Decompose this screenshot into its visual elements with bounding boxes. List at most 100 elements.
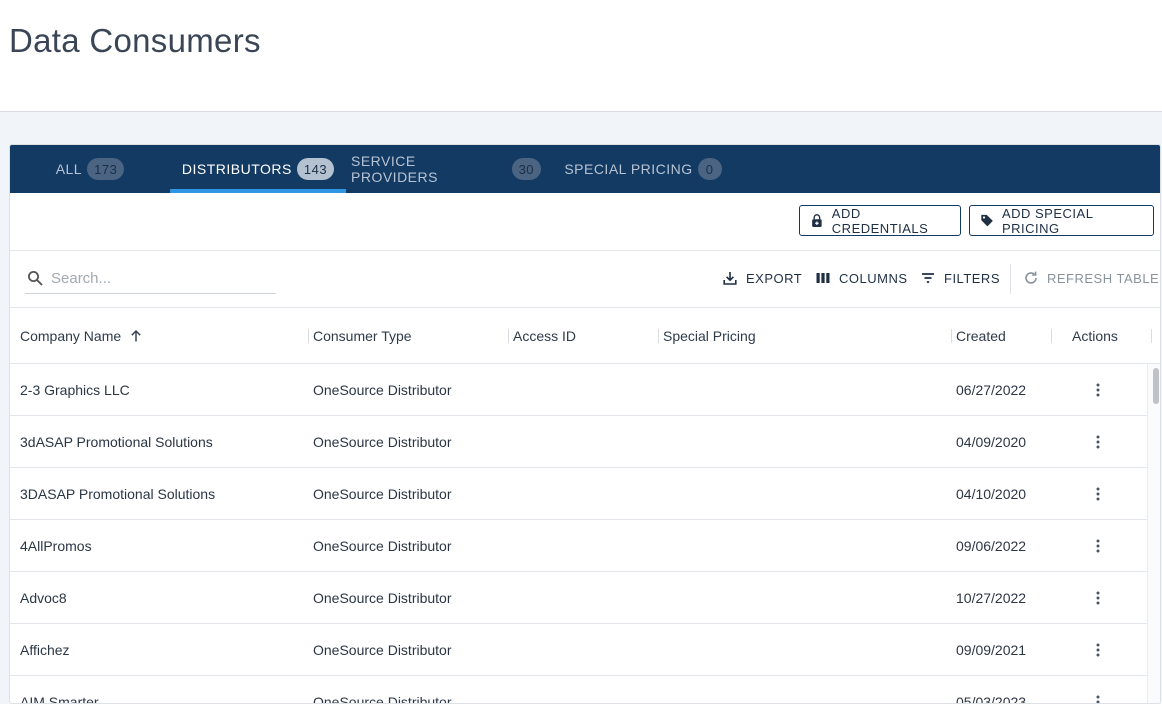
tab-count-badge: 0 xyxy=(697,158,722,180)
column-header-label: Access ID xyxy=(513,328,577,344)
consumer-tabs: ALL 173 DISTRIBUTORS 143 SERVICE PROVIDE… xyxy=(10,145,1160,193)
created-cell: 04/09/2020 xyxy=(956,434,1027,450)
row-actions-button[interactable] xyxy=(1088,588,1108,608)
company-name-cell: Advoc8 xyxy=(20,590,67,606)
created-cell: 05/03/2023 xyxy=(956,694,1027,704)
column-header-special-pricing[interactable]: Special Pricing xyxy=(663,308,756,364)
company-name-cell: 2-3 Graphics LLC xyxy=(20,382,130,398)
row-actions-button[interactable] xyxy=(1088,692,1108,703)
columns-button[interactable]: COLUMNS xyxy=(815,267,908,289)
consumer-type-cell: OneSource Distributor xyxy=(313,590,452,606)
table-body: 2-3 Graphics LLC OneSource Distributor 0… xyxy=(10,364,1147,704)
download-icon xyxy=(723,272,737,285)
row-actions-button[interactable] xyxy=(1088,536,1108,556)
search-icon xyxy=(28,271,43,286)
more-vertical-icon xyxy=(1096,539,1100,553)
refresh-table-button[interactable]: REFRESH TABLE xyxy=(1023,267,1159,289)
scrollbar-thumb[interactable] xyxy=(1153,368,1159,404)
table-row[interactable]: Advoc8 OneSource Distributor 10/27/2022 xyxy=(10,572,1147,624)
more-vertical-icon xyxy=(1096,643,1100,657)
toolbar-divider xyxy=(1010,264,1011,294)
consumer-type-cell: OneSource Distributor xyxy=(313,486,452,502)
filters-button[interactable]: FILTERS xyxy=(920,267,1000,289)
column-header-company-name[interactable]: Company Name xyxy=(20,308,143,364)
column-header-label: Consumer Type xyxy=(313,328,412,344)
column-resize-handle[interactable] xyxy=(308,329,309,343)
tab-distributors[interactable]: DISTRIBUTORS 143 xyxy=(170,145,346,193)
more-vertical-icon xyxy=(1096,383,1100,397)
add-special-pricing-button[interactable]: ADD SPECIAL PRICING xyxy=(969,205,1154,236)
search-field xyxy=(25,263,276,294)
row-actions-button[interactable] xyxy=(1088,432,1108,452)
refresh-icon xyxy=(1025,271,1037,284)
more-vertical-icon xyxy=(1096,435,1100,449)
row-actions-button[interactable] xyxy=(1088,484,1108,504)
column-header-access-id[interactable]: Access ID xyxy=(513,308,576,364)
company-name-cell: 3DASAP Promotional Solutions xyxy=(20,486,216,502)
tab-label: SPECIAL PRICING xyxy=(564,161,693,177)
consumer-type-cell: OneSource Distributor xyxy=(313,434,452,450)
lock-icon xyxy=(812,214,822,227)
export-button[interactable]: EXPORT xyxy=(722,267,802,289)
column-header-actions: Actions xyxy=(1072,308,1118,364)
created-cell: 04/10/2020 xyxy=(956,486,1027,502)
tab-service-providers[interactable]: SERVICE PROVIDERS 30 xyxy=(351,145,541,193)
row-actions-button[interactable] xyxy=(1088,640,1108,660)
tab-label: DISTRIBUTORS xyxy=(181,161,292,177)
created-cell: 09/09/2021 xyxy=(956,642,1027,658)
page-header: Data Consumers xyxy=(0,0,1162,112)
column-header-label: Actions xyxy=(1072,328,1118,344)
more-vertical-icon xyxy=(1096,591,1100,605)
export-label: EXPORT xyxy=(746,270,803,286)
column-header-created[interactable]: Created xyxy=(956,308,1006,364)
consumer-type-cell: OneSource Distributor xyxy=(313,642,452,658)
tab-label: SERVICE PROVIDERS xyxy=(351,153,438,185)
tab-count-badge: 143 xyxy=(296,158,335,180)
table-row[interactable]: Affichez OneSource Distributor 09/09/202… xyxy=(10,624,1147,676)
columns-icon xyxy=(816,273,830,283)
column-header-consumer-type[interactable]: Consumer Type xyxy=(313,308,412,364)
table-row[interactable]: AIM Smarter OneSource Distributor 05/03/… xyxy=(10,676,1147,704)
column-header-label: Company Name xyxy=(20,328,122,344)
filter-icon xyxy=(922,273,934,283)
column-resize-handle[interactable] xyxy=(1051,329,1052,343)
column-resize-handle[interactable] xyxy=(658,329,659,343)
column-header-label: Special Pricing xyxy=(663,328,756,344)
search-input[interactable] xyxy=(51,269,261,287)
tab-count-badge: 30 xyxy=(511,158,541,180)
column-resize-handle[interactable] xyxy=(1151,329,1152,343)
table-scrollbar[interactable] xyxy=(1147,364,1160,703)
refresh-table-label: REFRESH TABLE xyxy=(1047,270,1160,286)
page-title: Data Consumers xyxy=(9,22,261,59)
created-cell: 06/27/2022 xyxy=(956,382,1027,398)
table-row[interactable]: 3dASAP Promotional Solutions OneSource D… xyxy=(10,416,1147,468)
created-cell: 10/27/2022 xyxy=(956,590,1027,606)
company-name-cell: Affichez xyxy=(20,642,70,658)
column-header-label: Created xyxy=(956,328,1006,344)
add-credentials-label: ADD CREDENTIALS xyxy=(831,205,929,236)
tab-all[interactable]: ALL 173 xyxy=(10,145,170,193)
add-credentials-button[interactable]: ADD CREDENTIALS xyxy=(799,205,961,236)
table-row[interactable]: 2-3 Graphics LLC OneSource Distributor 0… xyxy=(10,364,1147,416)
tab-special-pricing[interactable]: SPECIAL PRICING 0 xyxy=(558,145,728,193)
company-name-cell: AIM Smarter xyxy=(20,694,99,704)
tab-count-badge: 173 xyxy=(87,158,125,180)
consumer-type-cell: OneSource Distributor xyxy=(313,382,452,398)
more-vertical-icon xyxy=(1096,487,1100,501)
column-resize-handle[interactable] xyxy=(951,329,952,343)
more-vertical-icon xyxy=(1096,695,1100,703)
filters-label: FILTERS xyxy=(944,270,1000,286)
consumers-card: ALL 173 DISTRIBUTORS 143 SERVICE PROVIDE… xyxy=(9,144,1161,704)
column-resize-handle[interactable] xyxy=(508,329,509,343)
row-actions-button[interactable] xyxy=(1088,380,1108,400)
table-row[interactable]: 4AllPromos OneSource Distributor 09/06/2… xyxy=(10,520,1147,572)
table-header: Company Name Consumer Type Access ID Spe… xyxy=(10,308,1160,364)
tab-label: ALL xyxy=(55,161,83,177)
company-name-cell: 4AllPromos xyxy=(20,538,92,554)
add-special-pricing-label: ADD SPECIAL PRICING xyxy=(1001,205,1093,236)
company-name-cell: 3dASAP Promotional Solutions xyxy=(20,434,213,450)
table-row[interactable]: 3DASAP Promotional Solutions OneSource D… xyxy=(10,468,1147,520)
columns-label: COLUMNS xyxy=(839,270,908,286)
sort-ascending-icon[interactable] xyxy=(129,329,143,343)
tag-icon xyxy=(981,214,993,227)
